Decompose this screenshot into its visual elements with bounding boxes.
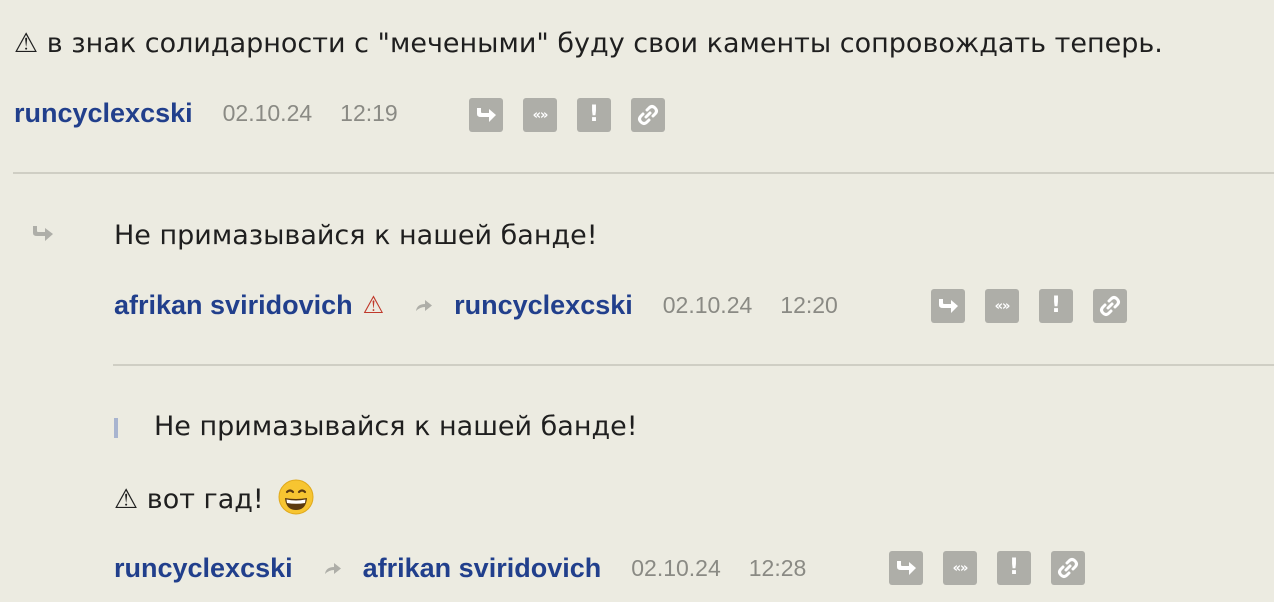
- reply-icon: [939, 299, 958, 313]
- quote-icon: «»: [952, 560, 969, 576]
- comment-3-author[interactable]: runcyclexcski: [114, 553, 293, 584]
- comment-1-text: ⚠ в знак солидарности с "мечеными" буду …: [14, 28, 1163, 59]
- comment-1-date: 02.10.24: [222, 99, 313, 126]
- comment-2-reply-to[interactable]: runcyclexcski: [454, 290, 633, 321]
- quote-button[interactable]: «»: [985, 289, 1019, 323]
- report-icon: !: [588, 102, 600, 127]
- comment-1-actions: «» !: [469, 98, 665, 132]
- quote-icon: «»: [994, 298, 1011, 314]
- reply-button[interactable]: [889, 551, 923, 585]
- report-button[interactable]: !: [577, 98, 611, 132]
- reply-icon: [897, 561, 916, 575]
- reply-icon: [477, 108, 496, 122]
- quote-button[interactable]: «»: [523, 98, 557, 132]
- permalink-button[interactable]: [631, 98, 665, 132]
- warning-icon: ⚠: [362, 291, 385, 319]
- quote-icon: «»: [532, 107, 549, 123]
- link-icon: [1058, 558, 1078, 578]
- comment-2-text: Не примазывайся к нашей банде!: [114, 220, 598, 251]
- comment-2-actions: «» !: [931, 289, 1127, 323]
- report-button[interactable]: !: [997, 551, 1031, 585]
- comment-2-meta: afrikan sviridovich ⚠ runcyclexcski 02.1…: [114, 288, 838, 322]
- reply-to-arrow-icon: [412, 293, 436, 317]
- comment-3-text: ⚠ вот гад!: [114, 484, 264, 515]
- reply-to-arrow-icon: [321, 556, 345, 580]
- comment-3-time: 12:28: [748, 554, 807, 581]
- comment-3-quote: Не примазывайся к нашей банде!: [154, 411, 638, 442]
- comment-3-meta: runcyclexcski afrikan sviridovich 02.10.…: [114, 551, 806, 585]
- quote-button[interactable]: «»: [943, 551, 977, 585]
- thread-reply-icon: [33, 226, 53, 241]
- comment-3-reply-to[interactable]: afrikan sviridovich: [363, 553, 602, 584]
- comment-2-time: 12:20: [780, 291, 838, 318]
- comment-3-text-line: ⚠ вот гад!: [114, 479, 314, 518]
- comment-3-actions: «» !: [889, 551, 1085, 585]
- quote-bar: [114, 418, 118, 438]
- link-icon: [1100, 296, 1120, 316]
- permalink-button[interactable]: [1051, 551, 1085, 585]
- comment-2-date: 02.10.24: [662, 291, 753, 318]
- report-button[interactable]: !: [1039, 289, 1073, 323]
- grinning-face-icon: [278, 479, 314, 515]
- report-icon: !: [1008, 555, 1020, 580]
- comment-1-author[interactable]: runcyclexcski: [14, 98, 193, 129]
- comment-1-time: 12:19: [340, 99, 398, 126]
- report-icon: !: [1050, 293, 1062, 318]
- permalink-button[interactable]: [1093, 289, 1127, 323]
- comment-1-meta: runcyclexcski 02.10.24 12:19: [14, 96, 398, 130]
- comment-2-author[interactable]: afrikan sviridovich: [114, 290, 353, 321]
- divider-2: [113, 364, 1274, 366]
- divider-1: [13, 172, 1274, 174]
- reply-button[interactable]: [469, 98, 503, 132]
- reply-button[interactable]: [931, 289, 965, 323]
- link-icon: [638, 105, 658, 125]
- comment-3-date: 02.10.24: [631, 554, 721, 581]
